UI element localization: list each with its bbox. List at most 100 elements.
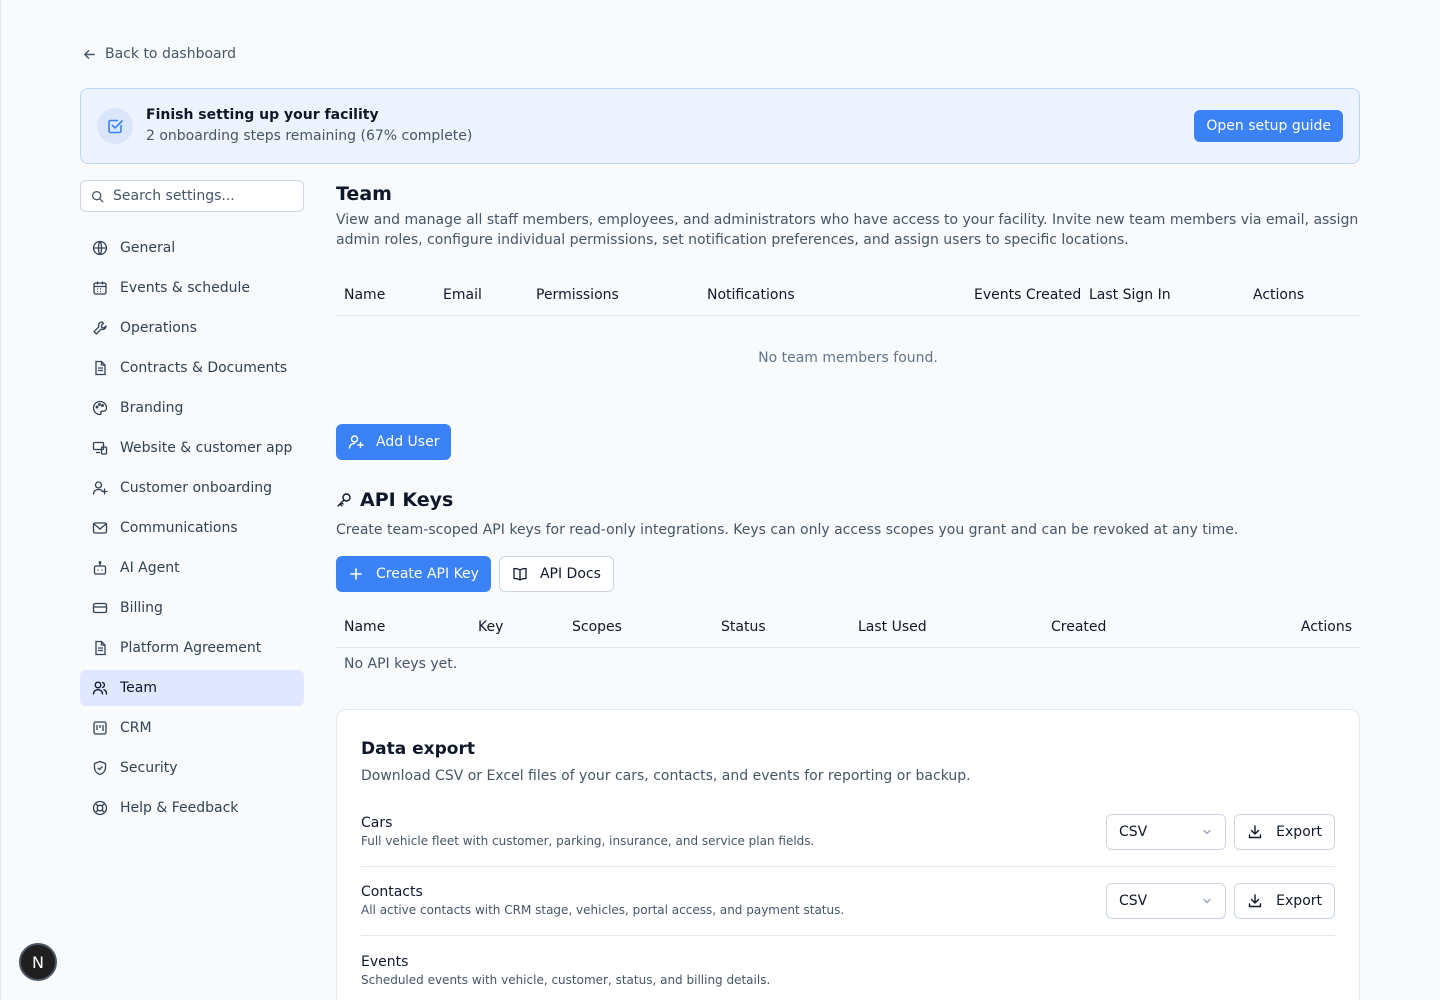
export-description: Full vehicle fleet with customer, parkin… [361,834,815,848]
sidebar-item-label: Platform Agreement [120,640,262,656]
sidebar-item-label: Events & schedule [120,280,250,296]
document-icon [95,640,106,656]
user-plus-icon [92,481,108,495]
column-header: Last Used [858,619,927,635]
column-header: Actions [1253,287,1305,303]
export-row-contacts: Contacts All active contacts with CRM st… [361,867,1335,936]
banner-title: Finish setting up your facility [146,107,379,123]
export-label: Export [1276,824,1322,840]
sidebar-item-billing[interactable]: Billing [80,590,304,626]
export-row-cars: Cars Full vehicle fleet with customer, p… [361,798,1335,867]
api-keys-empty-state: No API keys yet. [344,656,458,672]
chevron-down-icon [1203,829,1211,835]
back-link-label: Back to dashboard [105,46,237,62]
user-plus-icon [348,435,364,449]
bot-icon [93,561,107,575]
export-button[interactable]: Export [1234,814,1335,850]
sidebar-item-general[interactable]: General [80,230,304,266]
sidebar-item-security[interactable]: Security [80,750,304,786]
settings-nav: General Events & schedule Operations Con… [80,230,304,826]
sidebar-item-label: Branding [120,400,184,416]
column-header: Name [344,619,386,635]
sidebar-item-crm[interactable]: CRM [80,710,304,746]
download-icon [1248,825,1262,839]
calendar-icon [93,281,107,295]
api-docs-label: API Docs [539,566,601,582]
back-to-dashboard-link[interactable]: Back to dashboard [82,46,236,62]
data-export-title: Data export [361,739,475,759]
open-setup-guide-button[interactable]: Open setup guide [1194,110,1343,142]
api-keys-table-header: Name Key Scopes Status Last Used Created… [336,608,1360,648]
users-icon [92,681,108,695]
globe-icon [92,240,108,256]
lifebuoy-icon [92,800,108,816]
api-keys-description: Create team-scoped API keys for read-onl… [336,522,1239,538]
download-icon [1248,894,1262,908]
arrow-left-icon [84,49,95,59]
sidebar-item-ai-agent[interactable]: AI Agent [80,550,304,586]
onboarding-banner: Finish setting up your facility 2 onboar… [80,88,1360,164]
sidebar-item-label: Billing [120,600,163,616]
sidebar-item-events-schedule[interactable]: Events & schedule [80,270,304,306]
sidebar-item-label: AI Agent [120,560,180,576]
format-value: CSV [1119,824,1148,840]
column-header: Scopes [572,619,622,635]
export-name: Cars [361,815,393,831]
export-label: Export [1276,893,1322,909]
format-select[interactable]: CSV [1106,883,1226,919]
column-header: Name [344,287,386,303]
sidebar-item-help-feedback[interactable]: Help & Feedback [80,790,304,826]
fab-label: N [32,952,44,972]
chevron-down-icon [1203,898,1211,904]
mail-icon [92,522,108,534]
add-user-button[interactable]: Add User [336,424,452,460]
column-header: Key [478,619,504,635]
sidebar-item-operations[interactable]: Operations [80,310,304,346]
shield-icon [93,760,107,776]
credit-card-icon [92,602,108,614]
api-keys-heading: API Keys [336,486,1360,514]
team-table-header: Name Email Permissions Notifications Eve… [336,276,1360,316]
plus-icon [350,568,362,580]
book-open-icon [513,567,527,581]
sidebar-item-label: Help & Feedback [120,800,239,816]
search-box [80,180,304,212]
sidebar-item-team[interactable]: Team [80,670,304,706]
sidebar-item-platform-agreement[interactable]: Platform Agreement [80,630,304,666]
banner-subtitle: 2 onboarding steps remaining (67% comple… [146,128,473,144]
export-row-events: Events Scheduled events with vehicle, cu… [361,936,1335,1000]
column-header: Status [721,619,766,635]
sidebar-item-branding[interactable]: Branding [80,390,304,426]
sidebar-item-label: Team [120,680,158,696]
sidebar-item-communications[interactable]: Communications [80,510,304,546]
sidebar-item-website-customer-app[interactable]: Website & customer app [80,430,304,466]
sidebar-item-contracts-documents[interactable]: Contracts & Documents [80,350,304,386]
sidebar-item-label: General [120,240,176,256]
api-docs-button[interactable]: API Docs [498,556,614,592]
format-value: CSV [1119,893,1148,909]
column-header: Actions [1300,619,1352,635]
search-input[interactable] [113,188,293,204]
data-export-description: Download CSV or Excel files of your cars… [361,768,971,784]
column-header: Created [1051,619,1107,635]
export-button[interactable]: Export [1234,883,1335,919]
create-api-key-button[interactable]: Create API Key [336,556,491,592]
export-name: Contacts [361,884,423,900]
export-description: Scheduled events with vehicle, customer,… [361,972,771,987]
sidebar-item-customer-onboarding[interactable]: Customer onboarding [80,470,304,506]
devices-icon [92,441,108,455]
next-dev-tools-button[interactable]: N [19,943,57,981]
document-icon [95,360,106,376]
column-header: Events Created [974,287,1082,303]
team-description: View and manage all staff members, emplo… [336,212,1359,248]
team-title: Team [336,183,392,205]
sidebar-item-label: Security [120,760,178,776]
palette-icon [92,400,108,416]
column-header: Email [443,287,482,303]
format-select[interactable]: CSV [1106,814,1226,850]
add-user-label: Add User [376,434,440,450]
sidebar-item-label: Communications [120,520,238,536]
export-description: All active contacts with CRM stage, vehi… [361,903,845,917]
sidebar-item-label: Customer onboarding [120,480,272,496]
api-keys-title: API Keys [360,489,454,511]
